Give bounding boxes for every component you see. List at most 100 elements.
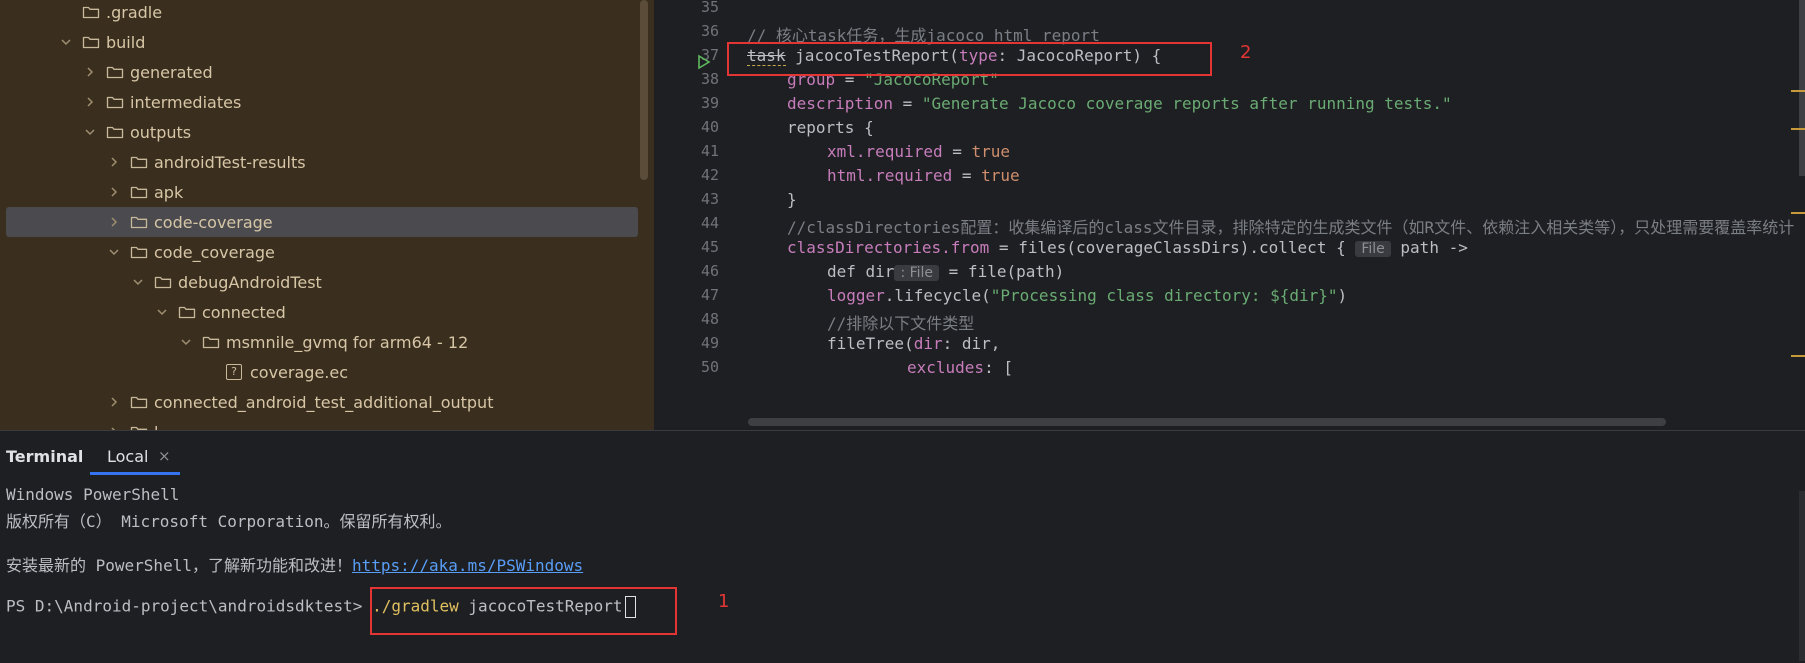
tree-item-label: connected_android_test_additional_output <box>154 392 494 412</box>
tree-item-label: msmnile_gvmq for arm64 - 12 <box>226 332 469 352</box>
tree-item-label: .gradle <box>106 2 163 22</box>
line-number: 46 <box>700 262 719 280</box>
tree-item[interactable]: connected <box>0 297 645 327</box>
terminal-panel: Terminal Local × Windows PowerShell 版权所有… <box>0 430 1805 663</box>
tree-item[interactable]: connected_android_test_additional_output <box>0 387 645 417</box>
line-number: 41 <box>700 142 719 160</box>
line-number: 45 <box>700 238 719 256</box>
tree-item-label: apk <box>154 182 184 202</box>
folder-icon <box>106 64 124 80</box>
tree-item[interactable]: debugAndroidTest <box>0 267 645 297</box>
folder-icon <box>130 214 148 230</box>
terminal-line: Windows PowerShell <box>6 485 180 504</box>
run-gutter-icon[interactable] <box>696 54 712 70</box>
tree-item-label: intermediates <box>130 92 242 112</box>
chevron-right-icon[interactable] <box>106 394 122 410</box>
line-number: 42 <box>700 166 719 184</box>
tree-item[interactable]: intermediates <box>0 87 645 117</box>
editor-horizontal-scrollbar[interactable] <box>748 418 1666 426</box>
tree-item[interactable]: l <box>0 417 645 430</box>
inlay-type-hint: : File <box>894 265 940 281</box>
editor-vertical-scrollbar[interactable] <box>1799 0 1805 176</box>
tree-item[interactable]: apk <box>0 177 645 207</box>
line-number: 47 <box>700 286 719 304</box>
code-line-47: logger.lifecycle("Processing class direc… <box>827 286 1348 305</box>
tree-item-label: code-coverage <box>154 212 273 232</box>
tree-item[interactable]: ? coverage.ec <box>0 357 645 387</box>
close-icon[interactable]: × <box>158 447 171 465</box>
chevron-right-icon[interactable] <box>106 154 122 170</box>
terminal-tab-bar: Terminal Local × <box>0 431 1805 481</box>
error-stripe-marker[interactable] <box>1791 212 1805 214</box>
chevron-right-icon[interactable] <box>82 94 98 110</box>
chevron-down-icon[interactable] <box>130 274 146 290</box>
tree-item-label: build <box>106 32 146 52</box>
active-tab-indicator <box>90 472 180 475</box>
folder-icon <box>178 304 196 320</box>
tree-item[interactable]: build <box>0 27 645 57</box>
chevron-down-icon[interactable] <box>82 124 98 140</box>
terminal-line: 安装最新的 PowerShell，了解新功能和改进！https://aka.ms… <box>6 556 584 575</box>
folder-icon <box>130 394 148 410</box>
tree-item-label: l <box>154 423 158 431</box>
error-stripe-marker[interactable] <box>1791 90 1805 92</box>
highlight-box-1 <box>370 587 677 635</box>
code-line-39: description = "Generate Jacoco coverage … <box>787 94 1452 113</box>
tree-item-label: connected <box>202 302 286 322</box>
line-number: 50 <box>700 358 719 376</box>
line-number: 39 <box>700 94 719 112</box>
folder-icon <box>106 124 124 140</box>
error-stripe-marker[interactable] <box>1791 355 1805 357</box>
chevron-right-icon[interactable] <box>82 64 98 80</box>
tree-item-label: generated <box>130 62 213 82</box>
line-number: 36 <box>700 22 719 40</box>
powershell-link[interactable]: https://aka.ms/PSWindows <box>352 556 583 575</box>
tree-item-label: code_coverage <box>154 242 275 262</box>
error-stripe-marker[interactable] <box>1791 128 1805 130</box>
code-line-42: html.required = true <box>827 166 1020 185</box>
tree-item[interactable]: .gradle <box>0 0 645 27</box>
tree-item-label: coverage.ec <box>250 362 349 382</box>
terminal-scrollbar[interactable] <box>1799 491 1805 661</box>
line-number: 35 <box>700 0 719 16</box>
code-editor[interactable]: 35 36 37 38 39 40 41 42 43 44 45 46 47 48 49 50 // 核心ta… <box>654 0 1805 430</box>
unknown-file-icon: ? <box>226 364 242 380</box>
tree-item[interactable]: msmnile_gvmq for arm64 - 12 <box>0 327 645 357</box>
chevron-right-icon[interactable] <box>106 184 122 200</box>
chevron-down-icon[interactable] <box>154 304 170 320</box>
code-line-41: xml.required = true <box>827 142 1011 161</box>
folder-icon <box>154 274 172 290</box>
prompt-text: PS D:\Android-project\androidsdktest> <box>6 596 363 616</box>
tree-item[interactable]: code_coverage <box>0 237 645 267</box>
line-number: 49 <box>700 334 719 352</box>
tree-item-label: outputs <box>130 122 192 142</box>
folder-icon <box>130 244 148 260</box>
code-line-43: } <box>787 190 797 209</box>
chevron-right-icon[interactable] <box>106 214 122 230</box>
chevron-down-icon[interactable] <box>58 34 74 50</box>
tree-item[interactable]: code-coverage <box>6 207 638 237</box>
line-number: 38 <box>700 70 719 88</box>
code-line-46: def dir: File = file(path) <box>827 262 1065 281</box>
code-line-44: //classDirectories配置：收集编译后的class文件目录，排除特… <box>787 218 1795 237</box>
chevron-down-icon[interactable] <box>178 334 194 350</box>
code-line-50: excludes: [ <box>907 358 1013 377</box>
line-number: 40 <box>700 118 719 136</box>
chevron-down-icon[interactable] <box>106 244 122 260</box>
tab-local[interactable]: Local × <box>90 431 180 481</box>
project-tree-scrollbar[interactable] <box>640 0 648 180</box>
project-tree-panel: .gradle build generated intermediates output… <box>0 0 654 430</box>
code-line-49: fileTree(dir: dir, <box>827 334 1001 353</box>
inlay-type-hint: File <box>1355 241 1391 257</box>
tree-item[interactable]: androidTest-results <box>0 147 645 177</box>
code-line-40: reports { <box>787 118 874 137</box>
line-number: 43 <box>700 190 719 208</box>
code-line-48: //排除以下文件类型 <box>827 314 975 333</box>
code-line-45: classDirectories.from = files(coverageCl… <box>787 238 1468 257</box>
tree-item[interactable]: generated <box>0 57 645 87</box>
tree-item[interactable]: outputs <box>0 117 645 147</box>
tab-label: Local <box>107 447 149 466</box>
folder-icon <box>82 4 100 20</box>
folder-icon <box>106 94 124 110</box>
tree-item-label: debugAndroidTest <box>178 272 322 292</box>
